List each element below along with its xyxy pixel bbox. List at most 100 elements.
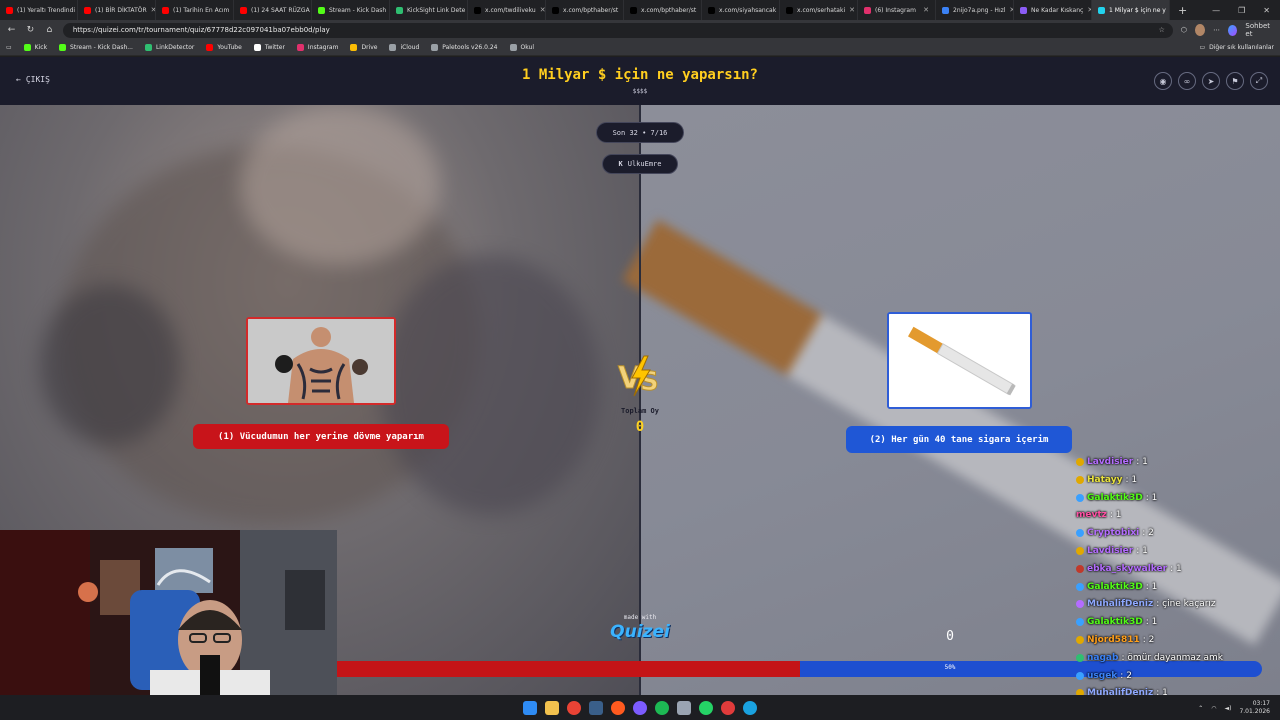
link-icon[interactable]: ∞	[1178, 72, 1196, 90]
favicon-icon	[6, 6, 13, 14]
browser-tab[interactable]: (6) Instagram ✕	[858, 0, 936, 20]
chat-badge-icon	[1076, 582, 1084, 591]
chat-message: Galaktik3D: 1	[1076, 579, 1157, 595]
bookmark-icon	[296, 44, 304, 51]
edge-icon[interactable]	[743, 700, 757, 715]
favicon-icon	[864, 6, 871, 14]
file-explorer-icon[interactable]	[545, 700, 559, 715]
eye-icon[interactable]: ◉	[1154, 72, 1172, 90]
url-field[interactable]: https://quizei.com/tr/tournament/quiz/67…	[62, 22, 1173, 38]
chat-badge-icon	[1076, 547, 1084, 555]
wifi-icon[interactable]: ◠	[1211, 705, 1216, 712]
chat-message: Lavdisier: 1	[1076, 454, 1148, 470]
steam-icon[interactable]	[589, 700, 603, 715]
webcam-overlay	[0, 530, 337, 695]
bookmark-item[interactable]: YouTube	[206, 44, 242, 51]
reload-icon[interactable]: ↻	[25, 25, 36, 35]
option-left-button[interactable]: (1) Vücudumun her yerine dövme yaparım	[193, 424, 449, 449]
fullscreen-icon[interactable]: ⤢	[1250, 72, 1268, 90]
option-right-image[interactable]	[887, 312, 1032, 409]
browser-tab[interactable]: 2nijo7a.png - Hızl✕	[936, 0, 1014, 20]
browser-tab[interactable]: x.com/bpthaber/st✕	[546, 0, 624, 20]
browser-tab[interactable]: 1 Milyar $ için ne y✕	[1092, 0, 1170, 20]
favicon-icon	[1020, 6, 1027, 14]
whatsapp-icon[interactable]	[699, 700, 713, 715]
back-icon[interactable]: ←	[6, 25, 17, 35]
send-icon[interactable]: ➤	[1202, 72, 1220, 90]
browser-tab[interactable]: Stream - Kick Dash✕	[312, 0, 390, 20]
apps-icon[interactable]: ▭	[6, 44, 12, 51]
chat-button[interactable]: Sohbet et	[1245, 22, 1274, 38]
app-icon[interactable]	[677, 700, 691, 715]
chevron-up-icon[interactable]: ⌃	[1198, 705, 1203, 712]
chat-message: nagab: ömür dayanmaz amk	[1076, 650, 1223, 666]
bookmark-icon	[23, 44, 31, 51]
other-bookmarks[interactable]: ▭ Diğer sık kullanılanlar	[1199, 44, 1274, 51]
extensions-icon[interactable]: ⬡	[1181, 26, 1187, 34]
bookmark-item[interactable]: Instagram	[296, 44, 338, 51]
browser-tab[interactable]: x.com/siyahsancak✕	[702, 0, 780, 20]
option-right-button[interactable]: (2) Her gün 40 tane sigara içerim	[846, 426, 1072, 453]
tattooed-man-image	[248, 319, 394, 403]
browser-tab[interactable]: Ne Kadar Kıskanç✕	[1014, 0, 1092, 20]
brave-icon[interactable]	[611, 700, 625, 715]
chat-message: Galaktik3D: 1	[1076, 614, 1157, 630]
bookmark-icon	[144, 44, 152, 51]
favicon-icon	[162, 6, 169, 14]
favicon-icon	[318, 6, 325, 14]
favicon-icon	[396, 6, 403, 14]
windows-start-icon[interactable]	[523, 700, 537, 715]
volume-icon[interactable]: ◄)	[1224, 705, 1231, 712]
close-window-icon[interactable]: ✕	[1263, 6, 1270, 15]
bookmark-item[interactable]: Okul	[509, 44, 534, 51]
close-icon[interactable]: ✕	[849, 6, 855, 14]
flag-icon[interactable]: ⚑	[1226, 72, 1244, 90]
close-icon[interactable]: ✕	[540, 6, 545, 14]
browser-tab[interactable]: (1) BİR DİKTATÖR ✕	[78, 0, 156, 20]
bookmark-item[interactable]: LinkDetector	[144, 44, 194, 51]
made-with-label: made with	[623, 614, 657, 621]
bookmark-item[interactable]: Twitter	[253, 44, 285, 51]
menu-icon[interactable]: ⋯	[1213, 26, 1220, 34]
minimize-icon[interactable]: —	[1212, 6, 1220, 15]
app-red-icon[interactable]	[721, 700, 735, 715]
chat-badge-icon	[1076, 564, 1084, 573]
quizei-logo[interactable]: Quizei	[600, 622, 680, 642]
vote-bar-left	[337, 661, 800, 677]
bookmark-item[interactable]: iCloud	[389, 44, 419, 51]
maximize-icon[interactable]: ❐	[1238, 6, 1245, 15]
browser-tab[interactable]: KickSight Link Dete✕	[390, 0, 468, 20]
browser-tab[interactable]: x.com/twdiliveku ✕	[468, 0, 546, 20]
browser-tab[interactable]: (1) Tarihin En Acım✕	[156, 0, 234, 20]
copilot-icon[interactable]	[1228, 24, 1238, 36]
clock[interactable]: 03:17 7.01.2026	[1239, 700, 1270, 716]
discord-icon[interactable]	[633, 700, 647, 715]
browser-tab[interactable]: (1) Yeraltı Trendindi✕	[0, 0, 78, 20]
right-score: 0	[946, 629, 954, 644]
folder-icon: ▭	[1199, 44, 1206, 51]
chat-message: Hatayy: 1	[1076, 472, 1137, 488]
avatar[interactable]	[1194, 24, 1206, 36]
chrome-icon[interactable]	[567, 700, 581, 715]
option-left-image[interactable]	[246, 317, 396, 405]
browser-tab[interactable]: (1) 24 SAAT RÜZGA✕	[234, 0, 312, 20]
favicon-icon	[1098, 6, 1105, 14]
chat-badge-icon	[1076, 475, 1084, 484]
chat-badge-icon	[1076, 671, 1084, 680]
bookmark-item[interactable]: Drive	[350, 44, 377, 51]
spotify-icon[interactable]	[655, 700, 669, 715]
chat-message: MuhalifDeniz: çine kaçarız	[1076, 596, 1216, 612]
bookmark-item[interactable]: Paletools v26.0.24	[431, 44, 498, 51]
url-text: https://quizei.com/tr/tournament/quiz/67…	[72, 26, 330, 34]
bookmark-icon	[253, 44, 261, 51]
bookmark-star-icon[interactable]: ☆	[1159, 26, 1165, 34]
new-tab-icon[interactable]: +	[1170, 4, 1195, 17]
bookmark-icon	[431, 44, 439, 51]
bookmark-item[interactable]: Stream - Kick Dash...	[59, 44, 133, 51]
browser-tab[interactable]: x.com/serhataki ✕	[780, 0, 858, 20]
bookmark-item[interactable]: Kick	[23, 44, 47, 51]
home-icon[interactable]: ⌂	[44, 25, 55, 35]
browser-tab[interactable]: x.com/bpthaber/st✕	[624, 0, 702, 20]
close-icon[interactable]: ✕	[923, 6, 929, 14]
favicon-icon	[630, 6, 637, 14]
